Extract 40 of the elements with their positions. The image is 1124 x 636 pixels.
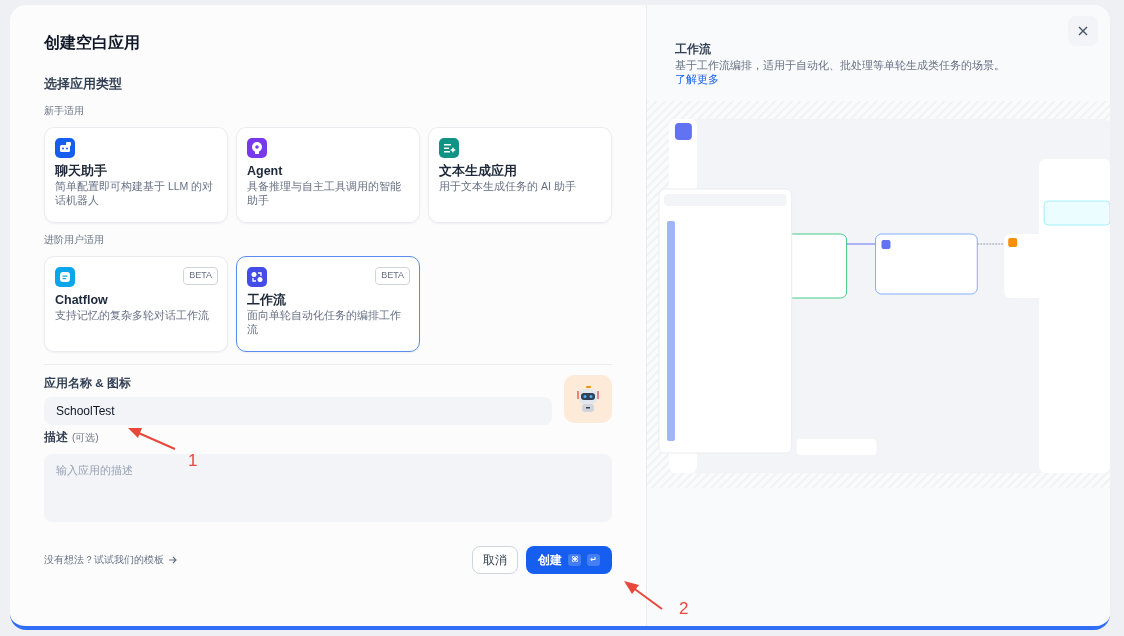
annotation-number: 2	[679, 600, 689, 617]
group-label: 新手适用	[44, 103, 85, 118]
annotation-arrow	[624, 579, 664, 611]
beta-badge: BETA	[183, 267, 218, 285]
annotation-number: 1	[188, 452, 198, 469]
app-type-card[interactable]: 文本生成应用 用于文本生成任务的 AI 助手	[428, 127, 612, 223]
app-type-title: Chatflow	[55, 293, 109, 309]
cancel-button[interactable]: 取消	[471, 545, 518, 574]
app-type-description: 简单配置即可构建基于 LLM 的对话机器人	[55, 179, 215, 208]
app-type-title: Agent	[247, 164, 284, 179]
app-type-description: 具备推理与自主工具调用的智能助手	[247, 179, 402, 208]
shortcut-key: ⌘	[567, 553, 582, 566]
preview-title: 工作流	[675, 41, 712, 57]
arrow-right-icon	[168, 554, 178, 565]
app-type-title: 工作流	[247, 293, 287, 309]
app-type-title: 文本生成应用	[439, 164, 518, 179]
learn-more-link[interactable]: 了解更多	[675, 73, 719, 86]
name-field[interactable]: SchoolTest	[44, 396, 552, 425]
create-button[interactable]: 创建 ⌘ ↵	[525, 545, 612, 574]
annotation-arrow	[128, 425, 178, 453]
group-label: 进阶用户适用	[44, 233, 105, 247]
field-label: 应用名称 & 图标	[44, 375, 132, 392]
section-title: 选择应用类型	[44, 75, 123, 93]
template-link[interactable]: 没有想法？试试我们的模板	[44, 552, 178, 568]
optional-hint: (可选)	[72, 430, 99, 445]
app-type-card[interactable]: Agent 具备推理与自主工具调用的智能助手	[236, 127, 420, 223]
beta-badge: BETA	[375, 267, 410, 285]
shortcut-key: ↵	[587, 553, 600, 566]
field-label: 描述	[44, 429, 68, 445]
app-type-title: 聊天助手	[55, 164, 108, 179]
preview-description: 基于工作流编排，适用于自动化、批处理等单轮生成类任务的场景。 了解更多	[675, 58, 1005, 87]
dialog-title: 创建空白应用	[44, 33, 141, 53]
close-icon	[1077, 25, 1089, 37]
app-type-description: 支持记忆的复杂多轮对话工作流	[55, 308, 210, 323]
app-type-description: 面向单轮自动化任务的编排工作流	[247, 308, 402, 337]
app-type-description: 用于文本生成任务的 AI 助手	[439, 179, 577, 194]
app-type-card[interactable]: 聊天助手 简单配置即可构建基于 LLM 的对话机器人	[44, 127, 228, 223]
app-type-card[interactable]: BETA 工作流 面向单轮自动化任务的编排工作流	[236, 256, 420, 353]
avatar-button[interactable]	[564, 375, 612, 424]
app-type-card[interactable]: BETA Chatflow 支持记忆的复杂多轮对话工作流	[44, 256, 228, 353]
